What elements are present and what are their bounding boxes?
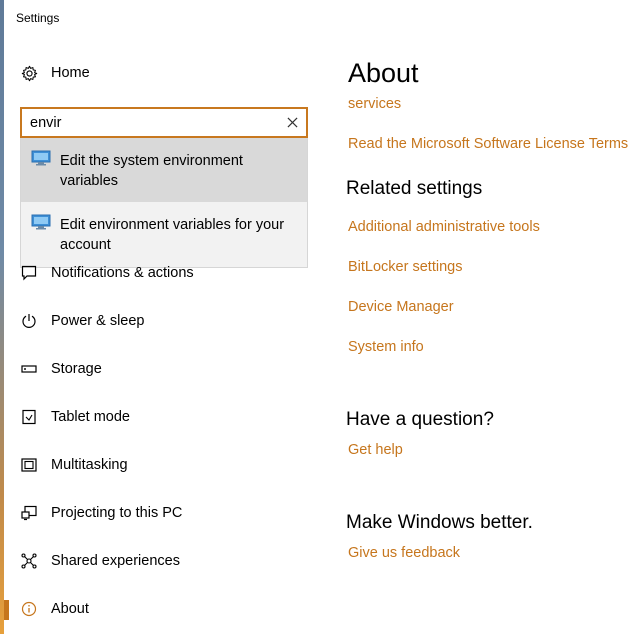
nav-label: Storage (51, 361, 102, 377)
nav-label: About (51, 601, 89, 617)
window-title: Settings (16, 11, 60, 25)
services-link[interactable]: services (348, 96, 401, 112)
nav-label: Multitasking (51, 457, 128, 473)
active-indicator (4, 600, 9, 620)
related-settings-heading: Related settings (346, 178, 483, 199)
notification-icon (20, 264, 38, 282)
feedback-link[interactable]: Give us feedback (348, 545, 460, 561)
nav-item-tablet-mode[interactable]: Tablet mode (4, 398, 324, 438)
get-help-link[interactable]: Get help (348, 442, 403, 458)
page-title: About (348, 58, 419, 88)
system-info-link[interactable]: System info (348, 339, 424, 355)
search-box[interactable] (20, 107, 308, 138)
nav-label: Tablet mode (51, 409, 130, 425)
projecting-icon (20, 504, 38, 522)
shared-icon (20, 552, 38, 570)
title-bar: Settings (4, 0, 641, 34)
search-input[interactable] (30, 113, 270, 133)
power-icon (20, 312, 38, 330)
license-terms-link[interactable]: Read the Microsoft Software License Term… (348, 136, 628, 152)
close-icon (286, 116, 298, 128)
gear-icon (20, 64, 38, 82)
nav-item-about[interactable]: About (4, 590, 324, 630)
main-content: About services Read the Microsoft Softwa… (324, 34, 641, 634)
nav-label: Shared experiences (51, 553, 180, 569)
nav-item-home[interactable]: Home (4, 54, 324, 94)
settings-window: Settings Home Edit the system environmen… (4, 0, 641, 634)
search-result-label: Edit environment variables for your acco… (60, 217, 285, 253)
search-result-label: Edit the system environment variables (60, 153, 243, 189)
bitlocker-link[interactable]: BitLocker settings (348, 259, 462, 275)
nav-item-power-sleep[interactable]: Power & sleep (4, 302, 324, 342)
nav-item-multitasking[interactable]: Multitasking (4, 446, 324, 486)
nav-item-notifications[interactable]: Notifications & actions (4, 254, 324, 294)
search-results-dropdown: Edit the system environment variables Ed… (20, 138, 308, 268)
control-panel-icon (31, 214, 51, 230)
feedback-heading: Make Windows better. (346, 512, 533, 533)
nav-home-label: Home (51, 65, 90, 81)
nav-item-storage[interactable]: Storage (4, 350, 324, 390)
nav-label: Notifications & actions (51, 265, 194, 281)
device-manager-link[interactable]: Device Manager (348, 299, 454, 315)
search-result-item[interactable]: Edit the system environment variables (21, 138, 307, 202)
storage-icon (20, 360, 38, 378)
nav-label: Power & sleep (51, 313, 145, 329)
tablet-icon (20, 408, 38, 426)
nav-item-projecting[interactable]: Projecting to this PC (4, 494, 324, 534)
info-icon (20, 600, 38, 618)
admin-tools-link[interactable]: Additional administrative tools (348, 219, 540, 235)
nav-label: Projecting to this PC (51, 505, 183, 521)
clear-search-button[interactable] (284, 114, 300, 130)
control-panel-icon (31, 150, 51, 166)
left-navigation: Home Edit the system environment variabl… (4, 34, 324, 634)
multitasking-icon (20, 456, 38, 474)
question-heading: Have a question? (346, 409, 494, 430)
nav-item-shared-experiences[interactable]: Shared experiences (4, 542, 324, 582)
